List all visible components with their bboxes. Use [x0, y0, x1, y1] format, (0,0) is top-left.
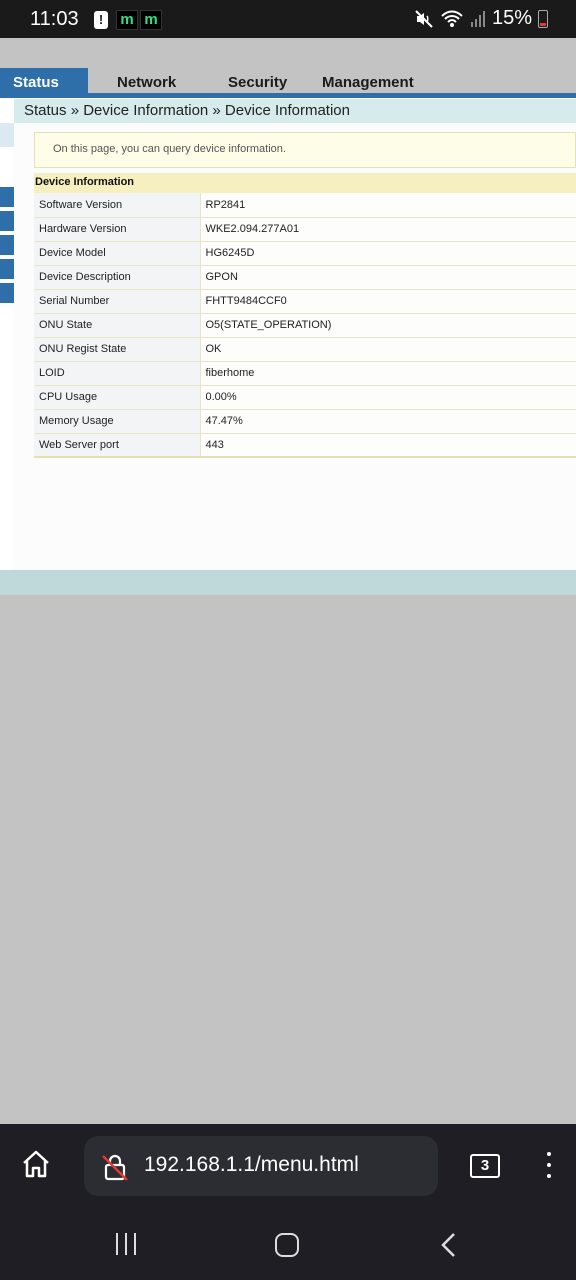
main-content: On this page, you can query device infor… — [14, 123, 576, 570]
tab-security[interactable]: Security — [228, 74, 287, 91]
page-footer — [0, 570, 576, 595]
sidebar-item[interactable] — [0, 211, 14, 233]
table-row: CPU Usage 0.00% — [34, 385, 576, 410]
browser-toolbar: 192.168.1.1/menu.html 3 — [0, 1124, 576, 1210]
sidebar-item[interactable] — [0, 259, 14, 281]
tab-network[interactable]: Network — [117, 74, 176, 91]
mute-icon — [415, 9, 433, 28]
table-row: Device Description GPON — [34, 265, 576, 290]
breadcrumb: Status » Device Information » Device Inf… — [14, 99, 576, 123]
signal-icon — [470, 10, 485, 27]
row-value: 0.00% — [200, 385, 576, 410]
row-value: O5(STATE_OPERATION) — [200, 313, 576, 338]
row-label: Software Version — [34, 193, 201, 218]
row-value: FHTT9484CCF0 — [200, 289, 576, 314]
notice-text: On this page, you can query device infor… — [53, 143, 286, 155]
m-app-icon: m — [116, 10, 138, 30]
tab-switcher-button[interactable]: 3 — [470, 1154, 500, 1178]
more-menu-icon[interactable] — [544, 1152, 554, 1182]
table-row: Hardware Version WKE2.094.277A01 — [34, 217, 576, 242]
table-row: Software Version RP2841 — [34, 193, 576, 218]
row-value: OK — [200, 337, 576, 362]
clock: 11:03 — [30, 8, 79, 30]
m-app-icon: m — [140, 10, 162, 30]
row-value: GPON — [200, 265, 576, 290]
table-row: Memory Usage 47.47% — [34, 409, 576, 434]
row-label: LOID — [34, 361, 201, 386]
row-label: Device Description — [34, 265, 201, 290]
row-value: HG6245D — [200, 241, 576, 266]
sidebar-item[interactable] — [0, 283, 14, 305]
row-label: Serial Number — [34, 289, 201, 314]
row-value: fiberhome — [200, 361, 576, 386]
row-label: Web Server port — [34, 433, 201, 458]
home-nav-icon[interactable] — [275, 1233, 299, 1257]
section-title: Device Information — [34, 173, 576, 193]
row-value: RP2841 — [200, 193, 576, 218]
webview: Status Network Security Management Statu… — [0, 38, 576, 1124]
status-bar: 11:03 ! m m 15% — [0, 0, 576, 38]
table-row: LOID fiberhome — [34, 361, 576, 386]
top-nav: Status Network Security Management — [0, 68, 576, 98]
system-nav-bar — [0, 1210, 576, 1280]
wifi-icon — [441, 10, 463, 27]
home-icon[interactable] — [20, 1148, 52, 1180]
sidebar-item[interactable] — [0, 187, 14, 209]
row-label: CPU Usage — [34, 385, 201, 410]
sidebar-item[interactable] — [0, 235, 14, 257]
address-bar[interactable]: 192.168.1.1/menu.html — [84, 1136, 438, 1196]
device-info-table: Software Version RP2841 Hardware Version WK… — [34, 193, 576, 458]
table-row: Web Server port 443 — [34, 433, 576, 458]
row-value: WKE2.094.277A01 — [200, 217, 576, 242]
info-notice: On this page, you can query device infor… — [34, 132, 576, 168]
router-page: Status Network Security Management Statu… — [0, 38, 576, 595]
battery-icon — [538, 9, 548, 28]
battery-percent: 15% — [491, 7, 532, 29]
tab-status[interactable]: Status — [0, 68, 88, 98]
url-text[interactable]: 192.168.1.1/menu.html — [144, 1153, 359, 1177]
table-row: Device Model HG6245D — [34, 241, 576, 266]
row-label: Memory Usage — [34, 409, 201, 434]
alert-icon: ! — [94, 11, 108, 29]
sidebar — [0, 123, 14, 570]
tab-management[interactable]: Management — [322, 74, 414, 91]
recent-apps-icon[interactable] — [114, 1233, 138, 1255]
insecure-lock-icon[interactable] — [100, 1152, 130, 1182]
table-row: Serial Number FHTT9484CCF0 — [34, 289, 576, 314]
row-label: ONU Regist State — [34, 337, 201, 362]
row-value: 47.47% — [200, 409, 576, 434]
breadcrumb-text: Status » Device Information » Device Inf… — [24, 102, 350, 119]
table-row: ONU State O5(STATE_OPERATION) — [34, 313, 576, 338]
sidebar-header — [0, 123, 14, 147]
row-label: ONU State — [34, 313, 201, 338]
row-label: Device Model — [34, 241, 201, 266]
row-label: Hardware Version — [34, 217, 201, 242]
page-header-band — [0, 38, 576, 68]
row-value: 443 — [200, 433, 576, 458]
back-icon[interactable] — [438, 1232, 460, 1258]
table-row: ONU Regist State OK — [34, 337, 576, 362]
